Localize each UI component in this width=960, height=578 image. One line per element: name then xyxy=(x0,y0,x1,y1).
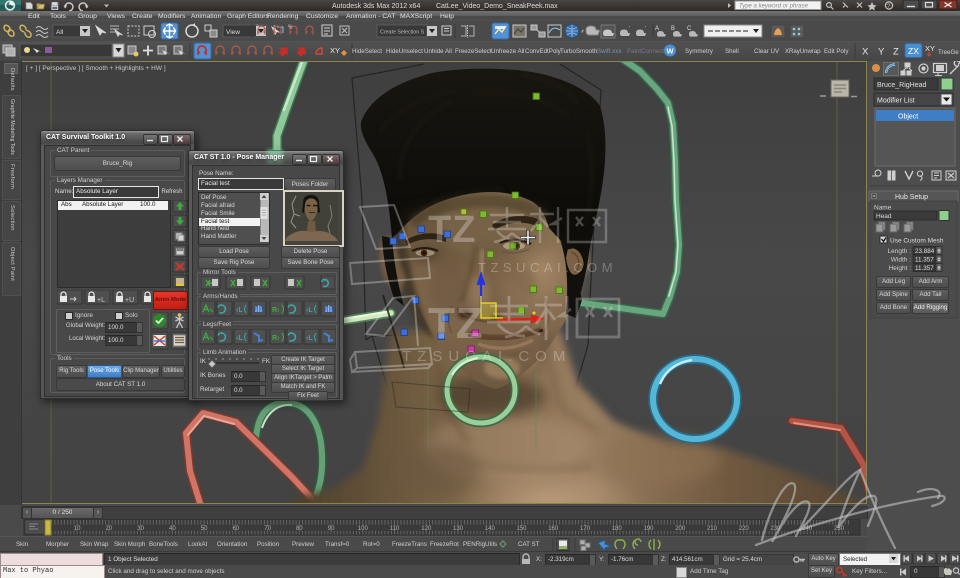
svg-text:11.357: 11.357 xyxy=(915,265,934,272)
svg-text:180: 180 xyxy=(612,526,623,532)
svg-text:XRayUnwrap: XRayUnwrap xyxy=(785,48,821,55)
svg-text:120: 120 xyxy=(421,526,432,532)
svg-text:CatLee_Video_Demo_SneakPeek.ma: CatLee_Video_Demo_SneakPeek.max xyxy=(436,3,558,10)
svg-text:A: A xyxy=(655,26,659,32)
svg-text:10: 10 xyxy=(74,526,81,532)
svg-text:X: X xyxy=(862,47,869,58)
svg-text:Unhide All: Unhide All xyxy=(424,48,452,55)
svg-text:HideUnselect: HideUnselect xyxy=(386,48,423,55)
svg-text:30: 30 xyxy=(137,526,144,532)
svg-text:90: 90 xyxy=(328,526,335,532)
svg-text:XY: XY xyxy=(330,46,340,55)
svg-text:Clear UV: Clear UV xyxy=(754,48,780,55)
svg-text:Z: Z xyxy=(893,47,899,58)
svg-text:‹L: ‹L xyxy=(306,335,313,342)
svg-text:R›: R› xyxy=(272,307,280,314)
svg-text:140: 140 xyxy=(485,526,496,532)
svg-text:All: All xyxy=(56,29,64,36)
svg-text:': ' xyxy=(629,26,630,32)
svg-text:W: W xyxy=(667,47,675,56)
svg-text:50: 50 xyxy=(201,526,208,532)
svg-text:100: 100 xyxy=(358,526,369,532)
svg-text:TZ: TZ xyxy=(428,209,476,251)
svg-text:Edit Poly: Edit Poly xyxy=(824,48,849,55)
svg-text:C: C xyxy=(687,26,692,32)
svg-text:%: % xyxy=(288,25,293,31)
svg-text:160: 160 xyxy=(548,526,559,532)
svg-text:FreezeSelect: FreezeSelect xyxy=(455,48,492,55)
svg-text:Unfreeze All: Unfreeze All xyxy=(491,48,524,55)
svg-text:+L: +L xyxy=(97,297,105,304)
svg-text:210: 210 xyxy=(707,526,718,532)
svg-text:110: 110 xyxy=(390,526,400,532)
svg-text:Object: Object xyxy=(898,114,918,121)
svg-text:Create Selection S: Create Selection S xyxy=(380,30,425,36)
svg-text:80: 80 xyxy=(296,526,303,532)
svg-text:11.357: 11.357 xyxy=(915,257,934,264)
svg-text:XY: XY xyxy=(925,44,935,53)
svg-text:Modifier List: Modifier List xyxy=(877,98,915,105)
svg-text:130: 130 xyxy=(453,526,464,532)
svg-text:ConvEdtPoly: ConvEdtPoly xyxy=(525,48,562,55)
svg-text:Shell: Shell xyxy=(725,48,739,55)
svg-text:70: 70 xyxy=(264,526,271,532)
svg-text:‹L: ‹L xyxy=(236,307,243,314)
svg-text:[ + ] [ Perspective ] [ Smooth: [ + ] [ Perspective ] [ Smooth + Highlig… xyxy=(26,65,166,72)
svg-text:Hub Setup: Hub Setup xyxy=(895,194,928,201)
svg-text:Use Custom Mesh: Use Custom Mesh xyxy=(890,238,944,245)
svg-text:Swift.xxx: Swift.xxx xyxy=(597,48,622,55)
svg-text:R›: R› xyxy=(272,335,280,342)
svg-text:3: 3 xyxy=(256,25,259,31)
svg-text:200: 200 xyxy=(675,526,686,532)
svg-text:View: View xyxy=(226,29,240,36)
svg-text:PaintConnect: PaintConnect xyxy=(627,48,664,55)
svg-text:TZSUCAI.COM: TZSUCAI.COM xyxy=(402,348,571,365)
svg-text:Height :: Height : xyxy=(889,265,912,272)
svg-text:23.884: 23.884 xyxy=(915,248,935,255)
svg-text:Width :: Width : xyxy=(891,257,911,264)
svg-text:B: B xyxy=(671,26,675,32)
svg-text:‹L: ‹L xyxy=(306,307,313,314)
svg-text:150: 150 xyxy=(516,526,527,532)
svg-text:': ' xyxy=(645,26,646,32)
svg-text:ZX: ZX xyxy=(908,46,919,56)
svg-text:HideSelect: HideSelect xyxy=(352,48,382,55)
svg-text:Autodesk 3ds Max 2012 x64: Autodesk 3ds Max 2012 x64 xyxy=(332,3,420,10)
svg-text:Head: Head xyxy=(876,213,892,220)
svg-text:190: 190 xyxy=(643,526,654,532)
svg-text:TZ: TZ xyxy=(428,299,484,348)
svg-text:170: 170 xyxy=(580,526,591,532)
svg-text:TZSUCAI.COM: TZSUCAI.COM xyxy=(478,260,617,275)
svg-text:Name: Name xyxy=(874,205,892,212)
svg-text:TurboSmooth: TurboSmooth xyxy=(560,48,598,55)
svg-text:+U: +U xyxy=(125,297,134,304)
svg-text:∠: ∠ xyxy=(272,25,276,31)
svg-text:Y: Y xyxy=(878,47,885,58)
svg-text:40: 40 xyxy=(169,526,176,532)
svg-text:‹L: ‹L xyxy=(236,335,243,342)
svg-text:Type a keyword or phrase: Type a keyword or phrase xyxy=(739,4,809,10)
svg-text:TreeGe: TreeGe xyxy=(938,49,959,56)
svg-text:60: 60 xyxy=(232,526,239,532)
svg-text:Length :: Length : xyxy=(888,248,912,255)
svg-text:Bruce_RigHead: Bruce_RigHead xyxy=(877,82,927,89)
svg-text:20: 20 xyxy=(106,526,113,532)
svg-text:Symmetry: Symmetry xyxy=(685,48,714,55)
